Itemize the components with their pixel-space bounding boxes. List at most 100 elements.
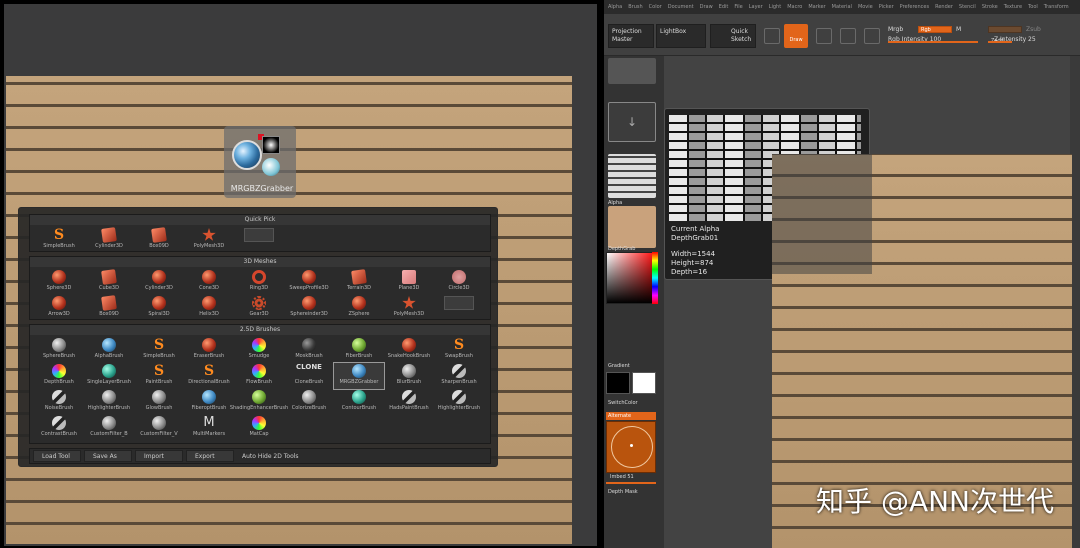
switch-color-button[interactable]: SwitchColor — [608, 400, 638, 406]
menu-item[interactable]: Edit — [719, 4, 729, 10]
import-button[interactable]: Import — [135, 450, 183, 462]
menu-item[interactable]: Macro — [787, 4, 802, 10]
picker-item[interactable]: Sphere3D — [34, 269, 84, 295]
picker-item[interactable]: S DirectionalBrush — [184, 363, 234, 389]
picker-item[interactable]: SharpenBrush — [434, 363, 484, 389]
secondary-color-swatch[interactable] — [632, 372, 656, 394]
menu-item[interactable]: Layer — [749, 4, 763, 10]
picker-item[interactable]: FlowBrush — [234, 363, 284, 389]
menu-item[interactable]: Texture — [1004, 4, 1022, 10]
picker-item[interactable]: ContrastBrush — [34, 415, 84, 441]
edit-icon[interactable] — [764, 28, 780, 44]
picker-item[interactable]: SnakeHookBrush — [384, 337, 434, 363]
picker-item[interactable]: Cone3D — [184, 269, 234, 295]
picker-item[interactable]: Arrow3D — [34, 295, 84, 321]
depth-mask-label[interactable]: Depth Mask — [608, 489, 638, 495]
picker-item[interactable]: Terrain3D — [334, 269, 384, 295]
primary-color-swatch[interactable] — [606, 372, 630, 394]
picker-item[interactable]: S SwapBrush — [434, 337, 484, 363]
picker-item[interactable]: ColorizeBrush — [284, 389, 334, 415]
picker-item[interactable]: AlphaBrush — [84, 337, 134, 363]
menu-item[interactable]: File — [734, 4, 742, 10]
alternate-button[interactable]: Alternate — [606, 412, 656, 420]
picker-item[interactable]: Smudge — [234, 337, 284, 363]
picker-item[interactable]: Box09D — [84, 295, 134, 321]
draw-button[interactable]: Draw — [784, 24, 808, 48]
picker-item[interactable]: Cylinder3D — [134, 269, 184, 295]
m-toggle[interactable]: M — [956, 26, 961, 33]
menu-item[interactable]: Movie — [858, 4, 873, 10]
picker-item[interactable]: MoskBrush — [284, 337, 334, 363]
picker-item[interactable]: Sphereinder3D — [284, 295, 334, 321]
current-brush-tile[interactable]: MRGBZGrabber — [224, 126, 296, 198]
menu-item[interactable]: Material — [832, 4, 852, 10]
menu-item[interactable]: Marker — [808, 4, 825, 10]
stroke-thumb[interactable] — [608, 58, 656, 84]
export-button[interactable]: Export — [186, 450, 234, 462]
menu-item[interactable]: Alpha — [608, 4, 622, 10]
load-tool-button[interactable]: Load Tool — [33, 450, 81, 462]
picker-item[interactable]: Circle3D — [434, 269, 484, 295]
picker-item[interactable]: S PaintBrush — [134, 363, 184, 389]
menu-item[interactable]: Stencil — [959, 4, 976, 10]
picker-item[interactable]: DepthBrush — [34, 363, 84, 389]
picker-item[interactable]: ShadingEnhancerBrush — [230, 389, 288, 415]
menu-item[interactable]: Picker — [879, 4, 894, 10]
picker-item[interactable]: BlurBrush — [384, 363, 434, 389]
menu-item[interactable]: Light — [769, 4, 781, 10]
brush-thumb[interactable]: ↓ — [608, 102, 656, 142]
picker-item[interactable]: SingleLayerBrush — [84, 363, 134, 389]
picker-item[interactable]: HighlighterBrush — [84, 389, 134, 415]
picker-item[interactable]: Plane3D — [384, 269, 434, 295]
mrgb-toggle[interactable]: Mrgb — [888, 26, 903, 33]
menu-item[interactable]: Transform — [1044, 4, 1069, 10]
zadd-toggle[interactable]: Zadd — [988, 26, 1022, 44]
picker-item[interactable]: NoiseBrush — [34, 389, 84, 415]
alpha-thumb[interactable] — [608, 154, 656, 198]
lightbox-button[interactable]: LightBox — [656, 24, 706, 48]
menu-item[interactable]: Draw — [700, 4, 713, 10]
move-icon[interactable] — [816, 28, 832, 44]
picker-item[interactable]: Helix3D — [184, 295, 234, 321]
imbed-slider[interactable]: Imbed 51 — [610, 474, 634, 480]
hue-bar[interactable] — [652, 252, 658, 304]
picker-item[interactable]: EraserBrush — [184, 337, 234, 363]
picker-item[interactable]: Spiral3D — [134, 295, 184, 321]
picker-item[interactable]: PolyMesh3D — [384, 295, 434, 321]
menu-item[interactable]: Brush — [628, 4, 642, 10]
picker-item[interactable]: Box09D — [134, 227, 184, 253]
picker-item[interactable]: MatCap — [234, 415, 284, 441]
save-as-button[interactable]: Save As — [84, 450, 132, 462]
color-picker[interactable] — [606, 252, 658, 304]
picker-item[interactable]: HighlighterBrush — [434, 389, 484, 415]
picker-item[interactable]: ContourBrush — [334, 389, 384, 415]
menu-item[interactable]: Tool — [1028, 4, 1038, 10]
menu-item[interactable]: Render — [935, 4, 953, 10]
menu-item[interactable]: Color — [649, 4, 662, 10]
picker-item[interactable]: Cube3D — [84, 269, 134, 295]
picker-item[interactable]: S SimpleBrush — [34, 227, 84, 253]
picker-item[interactable]: CustomFilter_V — [134, 415, 184, 441]
auto-hide-toggle[interactable]: Auto Hide 2D Tools — [242, 453, 299, 460]
texture-thumb[interactable] — [608, 206, 656, 248]
menu-item[interactable]: Preferences — [900, 4, 929, 10]
gradient-label[interactable]: Gradient — [608, 363, 630, 369]
picker-item[interactable]: ZSphere — [334, 295, 384, 321]
picker-item[interactable]: SphereBrush — [34, 337, 84, 363]
picker-item[interactable]: SweepProfile3D — [284, 269, 334, 295]
picker-item[interactable]: Ring3D — [234, 269, 284, 295]
picker-item[interactable]: GlowBrush — [134, 389, 184, 415]
picker-item[interactable]: CustomFilter_B — [84, 415, 134, 441]
menu-item[interactable]: Stroke — [982, 4, 998, 10]
picker-item[interactable]: MRGBZGrabber — [333, 362, 385, 390]
depth-curve-box[interactable] — [606, 421, 656, 473]
picker-item[interactable] — [234, 227, 284, 253]
picker-item[interactable] — [434, 295, 484, 321]
menu-item[interactable]: Document — [668, 4, 694, 10]
picker-item[interactable]: FiberBrush — [334, 337, 384, 363]
picker-item[interactable]: FiberoptBrush — [184, 389, 234, 415]
quick-sketch-button[interactable]: Quick Sketch — [710, 24, 756, 48]
scale-icon[interactable] — [840, 28, 856, 44]
picker-item[interactable]: Gear3D — [234, 295, 284, 321]
rgb-toggle[interactable]: Rgb — [918, 26, 952, 33]
